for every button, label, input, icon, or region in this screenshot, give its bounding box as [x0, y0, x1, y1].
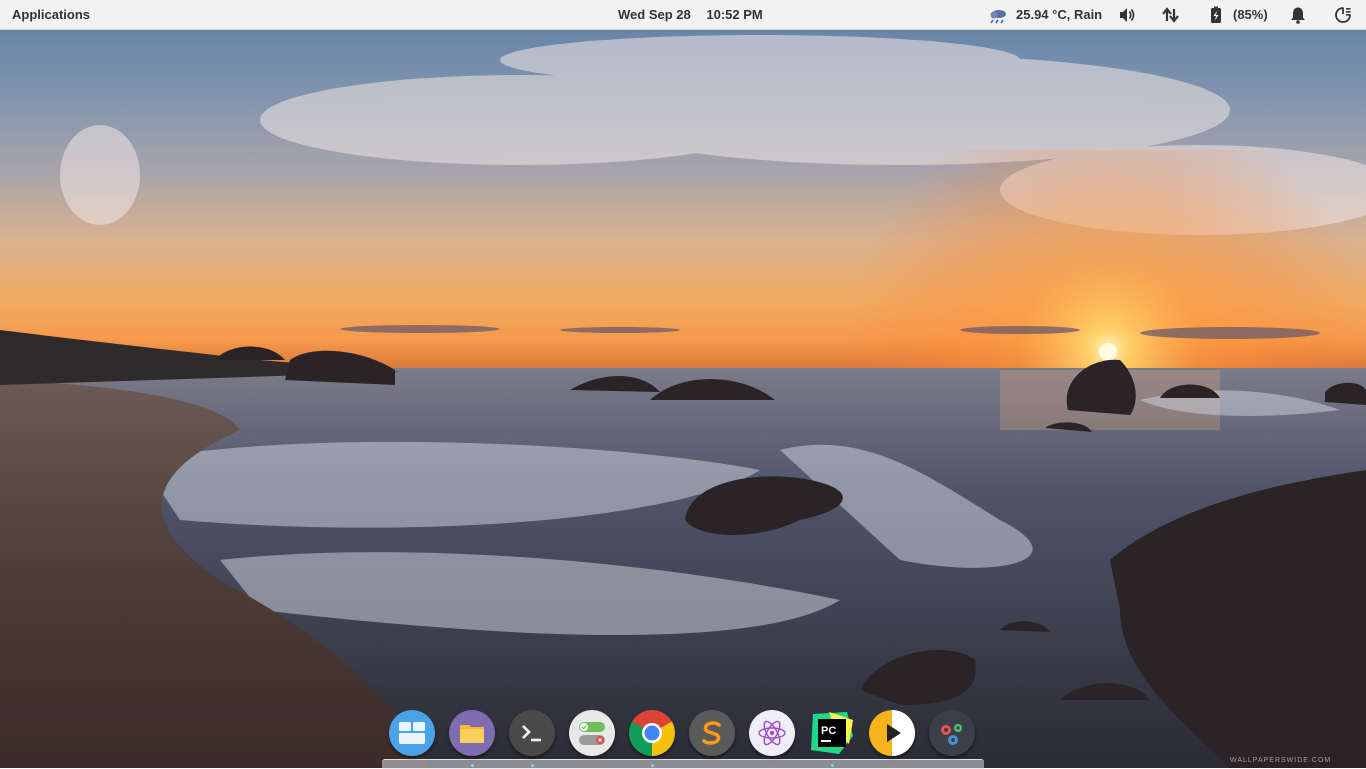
- power-session-icon[interactable]: [1333, 5, 1353, 25]
- atom-icon[interactable]: [749, 710, 795, 756]
- files-icon[interactable]: [449, 710, 495, 756]
- running-indicator: [471, 764, 474, 767]
- volume-icon[interactable]: [1117, 5, 1137, 25]
- weather-text: 25.94 °C, Rain: [1016, 7, 1103, 22]
- weather-rain-icon: [990, 9, 1006, 24]
- svg-text:PC: PC: [821, 725, 836, 737]
- multitasking-view-icon[interactable]: [389, 710, 435, 756]
- system-settings-toggles-icon[interactable]: [569, 710, 615, 756]
- notification-bell-icon[interactable]: [1288, 5, 1308, 25]
- running-indicator: [651, 764, 654, 767]
- battery-charging-icon[interactable]: [1206, 5, 1226, 25]
- wallpaper-watermark: WALLPAPERSWIDE.COM: [1230, 757, 1332, 764]
- top-panel: Applications Wed Sep 28 10:52 PM 25.94 °…: [0, 0, 1366, 30]
- date-label: Wed Sep 28: [618, 7, 691, 22]
- pycharm-icon[interactable]: PC: [809, 710, 855, 756]
- time-label: 10:52 PM: [706, 7, 763, 22]
- desktop-wallpaper: [0, 0, 1366, 768]
- network-arrows-icon[interactable]: [1161, 5, 1181, 25]
- running-indicator: [831, 764, 834, 767]
- sublime-text-icon[interactable]: [689, 710, 735, 756]
- applications-menu[interactable]: Applications: [12, 0, 90, 29]
- media-player-icon[interactable]: [869, 710, 915, 756]
- weather-indicator[interactable]: 25.94 °C, Rain: [988, 0, 1102, 29]
- google-chrome-icon[interactable]: [629, 710, 675, 756]
- datetime-indicator[interactable]: Wed Sep 28 10:52 PM: [618, 0, 763, 29]
- sunset-beach-scene: [0, 35, 1366, 768]
- running-indicator: [531, 764, 534, 767]
- battery-percentage: (85%): [1233, 7, 1268, 22]
- gears-settings-icon[interactable]: [929, 710, 975, 756]
- dock: PC: [382, 704, 984, 769]
- terminal-icon[interactable]: [509, 710, 555, 756]
